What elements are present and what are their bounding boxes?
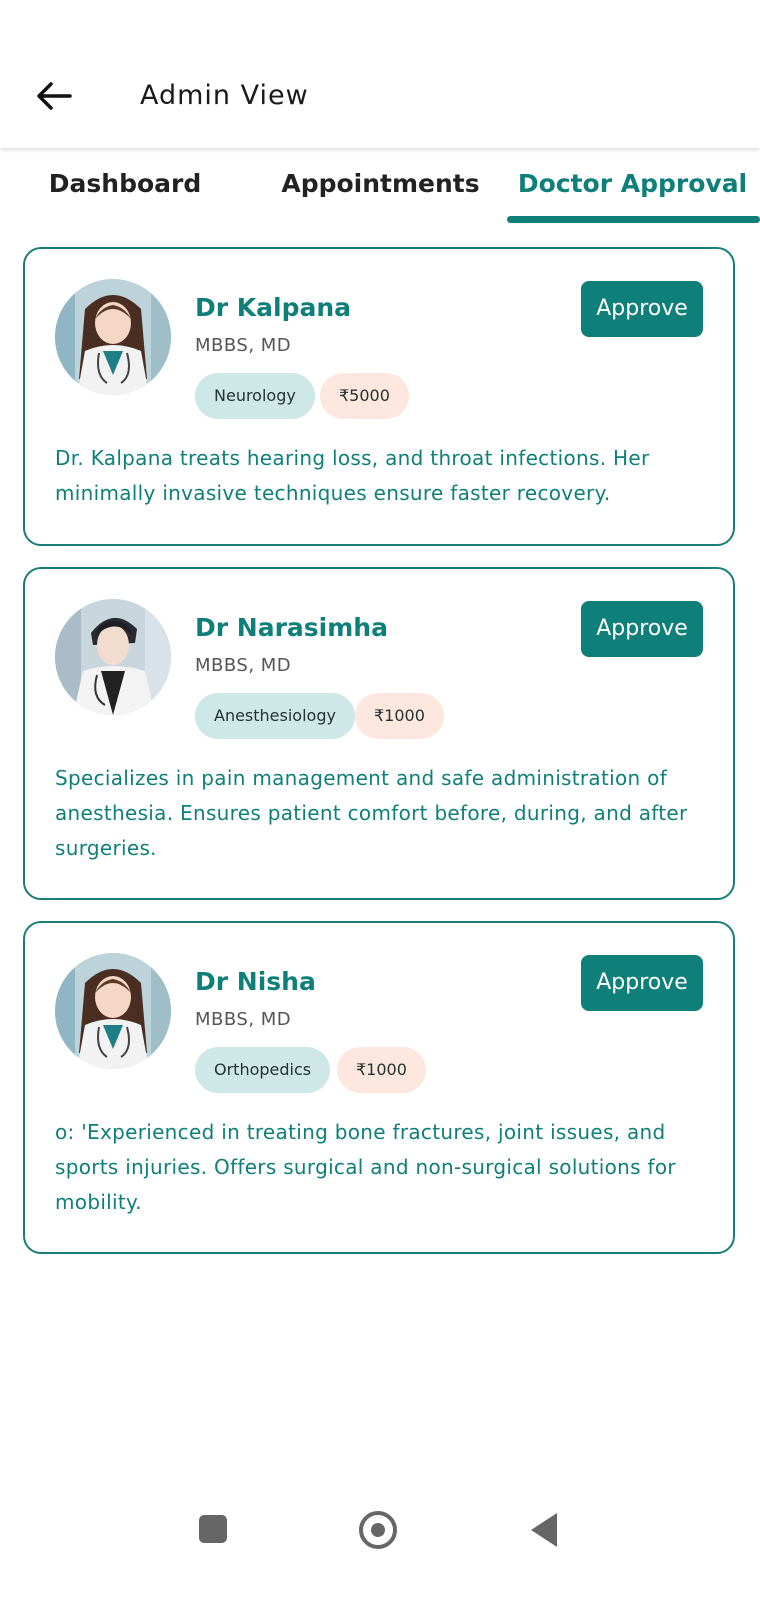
female-doctor-avatar <box>55 279 171 395</box>
back-triangle-icon[interactable] <box>531 1513 557 1547</box>
tab-appointments[interactable]: Appointments <box>262 150 499 222</box>
doctor-card: Dr Nisha MBBS, MD Orthopedics ₹1000 Appr… <box>23 921 735 1254</box>
specialty-tag: Orthopedics <box>195 1047 331 1093</box>
approve-button[interactable]: Approve <box>581 281 703 337</box>
female-doctor-avatar <box>55 953 171 1069</box>
approve-button[interactable]: Approve <box>581 955 703 1011</box>
doctor-degree: MBBS, MD <box>195 335 292 356</box>
home-dot <box>371 1523 385 1537</box>
arrow-left-icon <box>37 82 72 110</box>
doctor-name: Dr Nisha <box>195 967 316 996</box>
specialty-tag: Neurology <box>195 373 315 419</box>
tab-dashboard[interactable]: Dashboard <box>20 150 230 222</box>
specialty-tag: Anesthesiology <box>195 693 355 739</box>
fee-tag: ₹1000 <box>337 1047 426 1093</box>
page-title: Admin View <box>140 80 309 111</box>
recent-apps-icon[interactable] <box>199 1515 227 1543</box>
tab-bar: Dashboard Appointments Doctor Approval <box>0 150 760 222</box>
app-bar: Admin View <box>0 0 760 148</box>
home-icon[interactable] <box>359 1511 397 1549</box>
male-doctor-avatar <box>55 599 171 715</box>
active-tab-indicator <box>507 216 760 223</box>
doctor-description: Dr. Kalpana treats hearing loss, and thr… <box>55 446 650 505</box>
system-nav-bar <box>0 1500 760 1600</box>
doctor-description: o: 'Experienced in treating bone fractur… <box>55 1120 676 1214</box>
doctor-description: Specializes in pain management and safe … <box>55 766 688 860</box>
doctor-degree: MBBS, MD <box>195 1009 292 1030</box>
doctor-name: Dr Kalpana <box>195 293 352 322</box>
doctor-degree: MBBS, MD <box>195 655 292 676</box>
doctor-name: Dr Narasimha <box>195 613 388 642</box>
back-button[interactable] <box>34 76 74 116</box>
doctor-card: Dr Narasimha MBBS, MD Anesthesiology ₹10… <box>23 567 735 900</box>
fee-tag: ₹5000 <box>320 373 409 419</box>
doctor-card: Dr Kalpana MBBS, MD Neurology ₹5000 Appr… <box>23 247 735 546</box>
approve-button[interactable]: Approve <box>581 601 703 657</box>
tab-doctor-approval[interactable]: Doctor Approval <box>510 150 755 222</box>
fee-tag: ₹1000 <box>355 693 444 739</box>
